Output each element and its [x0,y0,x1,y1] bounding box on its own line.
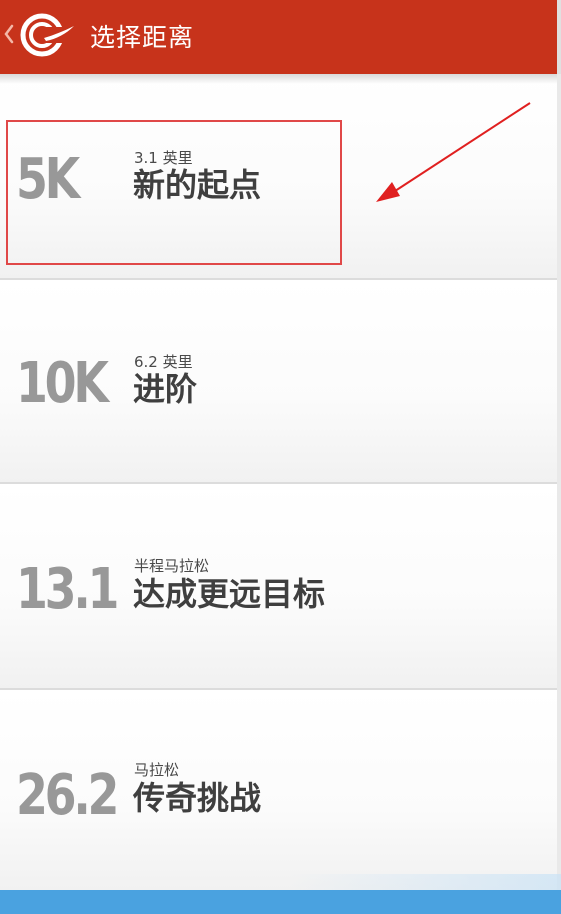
distance-title: 传奇挑战 [133,779,262,817]
distance-option-10k[interactable]: 10K 6.2 英里 进阶 [0,280,557,484]
distance-option-half-marathon[interactable]: 13.1 半程马拉松 达成更远目标 [0,484,557,690]
chevron-left-icon[interactable] [4,24,14,44]
distance-option-marathon[interactable]: 26.2 马拉松 传奇挑战 [0,690,557,890]
distance-option-5k[interactable]: 5K 3.1 英里 新的起点 [0,74,557,280]
distance-value: 26.2 [16,763,119,828]
right-edge [557,74,561,890]
distance-subtitle: 半程马拉松 [134,557,210,575]
distance-subtitle: 3.1 英里 [134,149,193,167]
distance-title: 新的起点 [133,166,262,204]
distance-subtitle: 6.2 英里 [134,353,193,371]
screen: 选择距离 5K 3.1 英里 新的起点 10K 6.2 英里 进阶 13.1 半… [0,0,561,914]
distance-value: 10K [16,351,109,416]
distance-subtitle: 马拉松 [134,761,180,779]
distance-title: 达成更远目标 [133,575,326,613]
distance-title: 进阶 [133,370,198,408]
app-logo-icon [20,13,74,57]
distance-value: 5K [16,147,80,212]
bottom-bar [0,890,561,914]
distance-list: 5K 3.1 英里 新的起点 10K 6.2 英里 进阶 13.1 半程马拉松 … [0,74,557,890]
page-title: 选择距离 [90,23,195,52]
header-shadow [0,74,557,84]
app-header: 选择距离 [0,0,561,74]
distance-value: 13.1 [16,557,119,622]
